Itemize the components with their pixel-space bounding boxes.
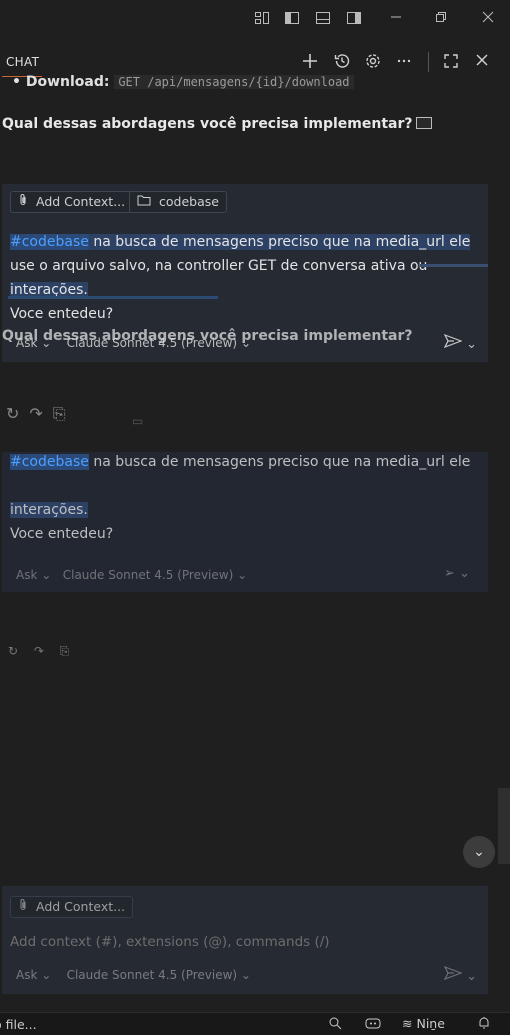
tab-chat[interactable]: CHAT	[6, 55, 39, 69]
bell-icon[interactable]	[478, 1016, 490, 1033]
mode-picker-bottom[interactable]: Ask ⌄	[16, 968, 51, 982]
send-icon	[443, 333, 466, 352]
codebase-chip-label: codebase	[158, 194, 219, 209]
folder-icon	[137, 194, 155, 209]
render-stripe	[8, 296, 218, 299]
ghost-line-1: na busca de mensagens preciso que na med…	[88, 454, 471, 470]
folder-icon: ▭	[132, 414, 144, 428]
response-question: Qual dessas abordagens você precisa impl…	[2, 116, 433, 132]
codebase-context-chip[interactable]: codebase	[129, 191, 227, 213]
ghost-mode-row: Ask ⌄ Claude Sonnet 4.5 (Preview) ⌄	[16, 568, 248, 582]
question-text: Qual dessas abordagens você precisa impl…	[2, 116, 413, 132]
restore-icon[interactable]	[431, 10, 451, 30]
bullet: •	[12, 74, 26, 90]
toggle-primary-sidebar-icon[interactable]	[282, 10, 302, 30]
ghost-model: Claude Sonnet 4.5 (Preview)	[62, 568, 234, 582]
new-chat-icon[interactable]	[300, 52, 320, 72]
ghost-line-3: interações.	[10, 502, 88, 518]
more-icon[interactable]	[394, 52, 414, 72]
prompt-line-2: use o arquivo salvo, na controller GET d…	[10, 258, 428, 274]
ghost-hashtag: #codebase	[10, 454, 89, 470]
add-context-button-bottom[interactable]: Add Context...	[10, 896, 134, 918]
ghost-question-text: Qual dessas abordagens você precisa impl…	[2, 328, 413, 344]
send-button-bottom[interactable]: ⌄	[443, 965, 477, 984]
copy-icon[interactable]: ⎘	[53, 404, 76, 423]
ghost-line-2	[10, 478, 14, 494]
chevron-down-icon: ⌄	[466, 337, 478, 352]
maximize-icon[interactable]	[441, 52, 461, 72]
prompt-input[interactable]: #codebase na busca de mensagens preciso …	[10, 230, 480, 326]
status-bar: o file... ≋ Niṉe	[0, 1012, 510, 1035]
status-notification-item[interactable]: ≋ Niṉe	[402, 1016, 445, 1031]
ghost-line-4: Voce entedeu?	[10, 526, 114, 542]
search-icon[interactable]	[328, 1016, 344, 1033]
hashtag-codebase: #codebase	[10, 234, 89, 250]
edit-controls: ↻↷⎘	[6, 404, 76, 424]
model-label-bottom: Claude Sonnet 4.5 (Preview)	[66, 968, 238, 982]
toggle-secondary-sidebar-icon[interactable]	[344, 10, 364, 30]
ghost-chip-row: ▭	[132, 414, 143, 428]
image-emoji-icon	[416, 117, 433, 129]
customize-layout-icon[interactable]	[252, 10, 272, 30]
ghost-mode: Ask	[16, 568, 38, 582]
prompt-line-4: Voce entedeu?	[10, 306, 114, 322]
prompt-line-1: na busca de mensagens preciso que na med…	[88, 234, 471, 250]
mode-label-bottom: Ask	[16, 968, 38, 982]
add-context-label: Add Context...	[35, 194, 126, 209]
toolbar-separator	[428, 52, 429, 72]
download-endpoint-code: GET /api/mensagens/{id}/download	[114, 75, 354, 89]
status-right-label: Niṉe	[416, 1016, 445, 1031]
chevron-down-icon: ⌄	[473, 844, 485, 860]
ghost-prompt: #codebase na busca de mensagens preciso …	[10, 450, 480, 546]
send-button[interactable]: ⌄	[443, 333, 478, 352]
undo-icon[interactable]: ↻	[6, 404, 29, 423]
download-label: Download:	[25, 74, 110, 90]
bottom-mode-row: Ask ⌄ Claude Sonnet 4.5 (Preview) ⌄	[16, 968, 251, 982]
redo-icon[interactable]: ↷	[29, 404, 52, 423]
send-icon	[443, 965, 466, 984]
paperclip-icon	[18, 899, 32, 914]
scroll-down-button[interactable]: ⌄	[463, 836, 495, 868]
toggle-panel-icon[interactable]	[313, 10, 333, 30]
title-bar	[0, 0, 510, 40]
chat-composer-ghost: #codebase na busca de mensagens preciso …	[2, 452, 488, 592]
broadcast-icon: ≋	[402, 1016, 413, 1031]
history-icon[interactable]	[332, 52, 352, 72]
minimize-icon[interactable]	[386, 10, 406, 30]
chat-input-field[interactable]: Add context (#), extensions (@), command…	[10, 934, 330, 950]
chat-input-box: Add Context... Add context (#), extensio…	[2, 886, 488, 994]
add-context-label-bottom: Add Context...	[35, 899, 126, 914]
scrollbar-thumb[interactable]	[498, 788, 510, 864]
paperclip-icon	[18, 194, 32, 209]
copilot-icon[interactable]	[364, 1016, 382, 1033]
ghost-send: ➢ ⌄	[444, 566, 470, 581]
close-chat-icon[interactable]	[472, 52, 492, 72]
ghost-edit-controls: ↻ ↷ ⎘	[8, 644, 76, 658]
settings-icon[interactable]	[363, 52, 383, 72]
download-endpoint-line: • Download: GET /api/mensagens/{id}/down…	[12, 74, 354, 90]
window-close-icon[interactable]	[478, 10, 498, 30]
status-file-indicator[interactable]: o file...	[0, 1017, 37, 1032]
model-picker-bottom[interactable]: Claude Sonnet 4.5 (Preview) ⌄	[67, 968, 251, 982]
add-context-button[interactable]: Add Context...	[10, 191, 134, 213]
ghost-question-line: Qual dessas abordagens você precisa impl…	[2, 328, 412, 344]
render-stripe	[420, 264, 488, 267]
